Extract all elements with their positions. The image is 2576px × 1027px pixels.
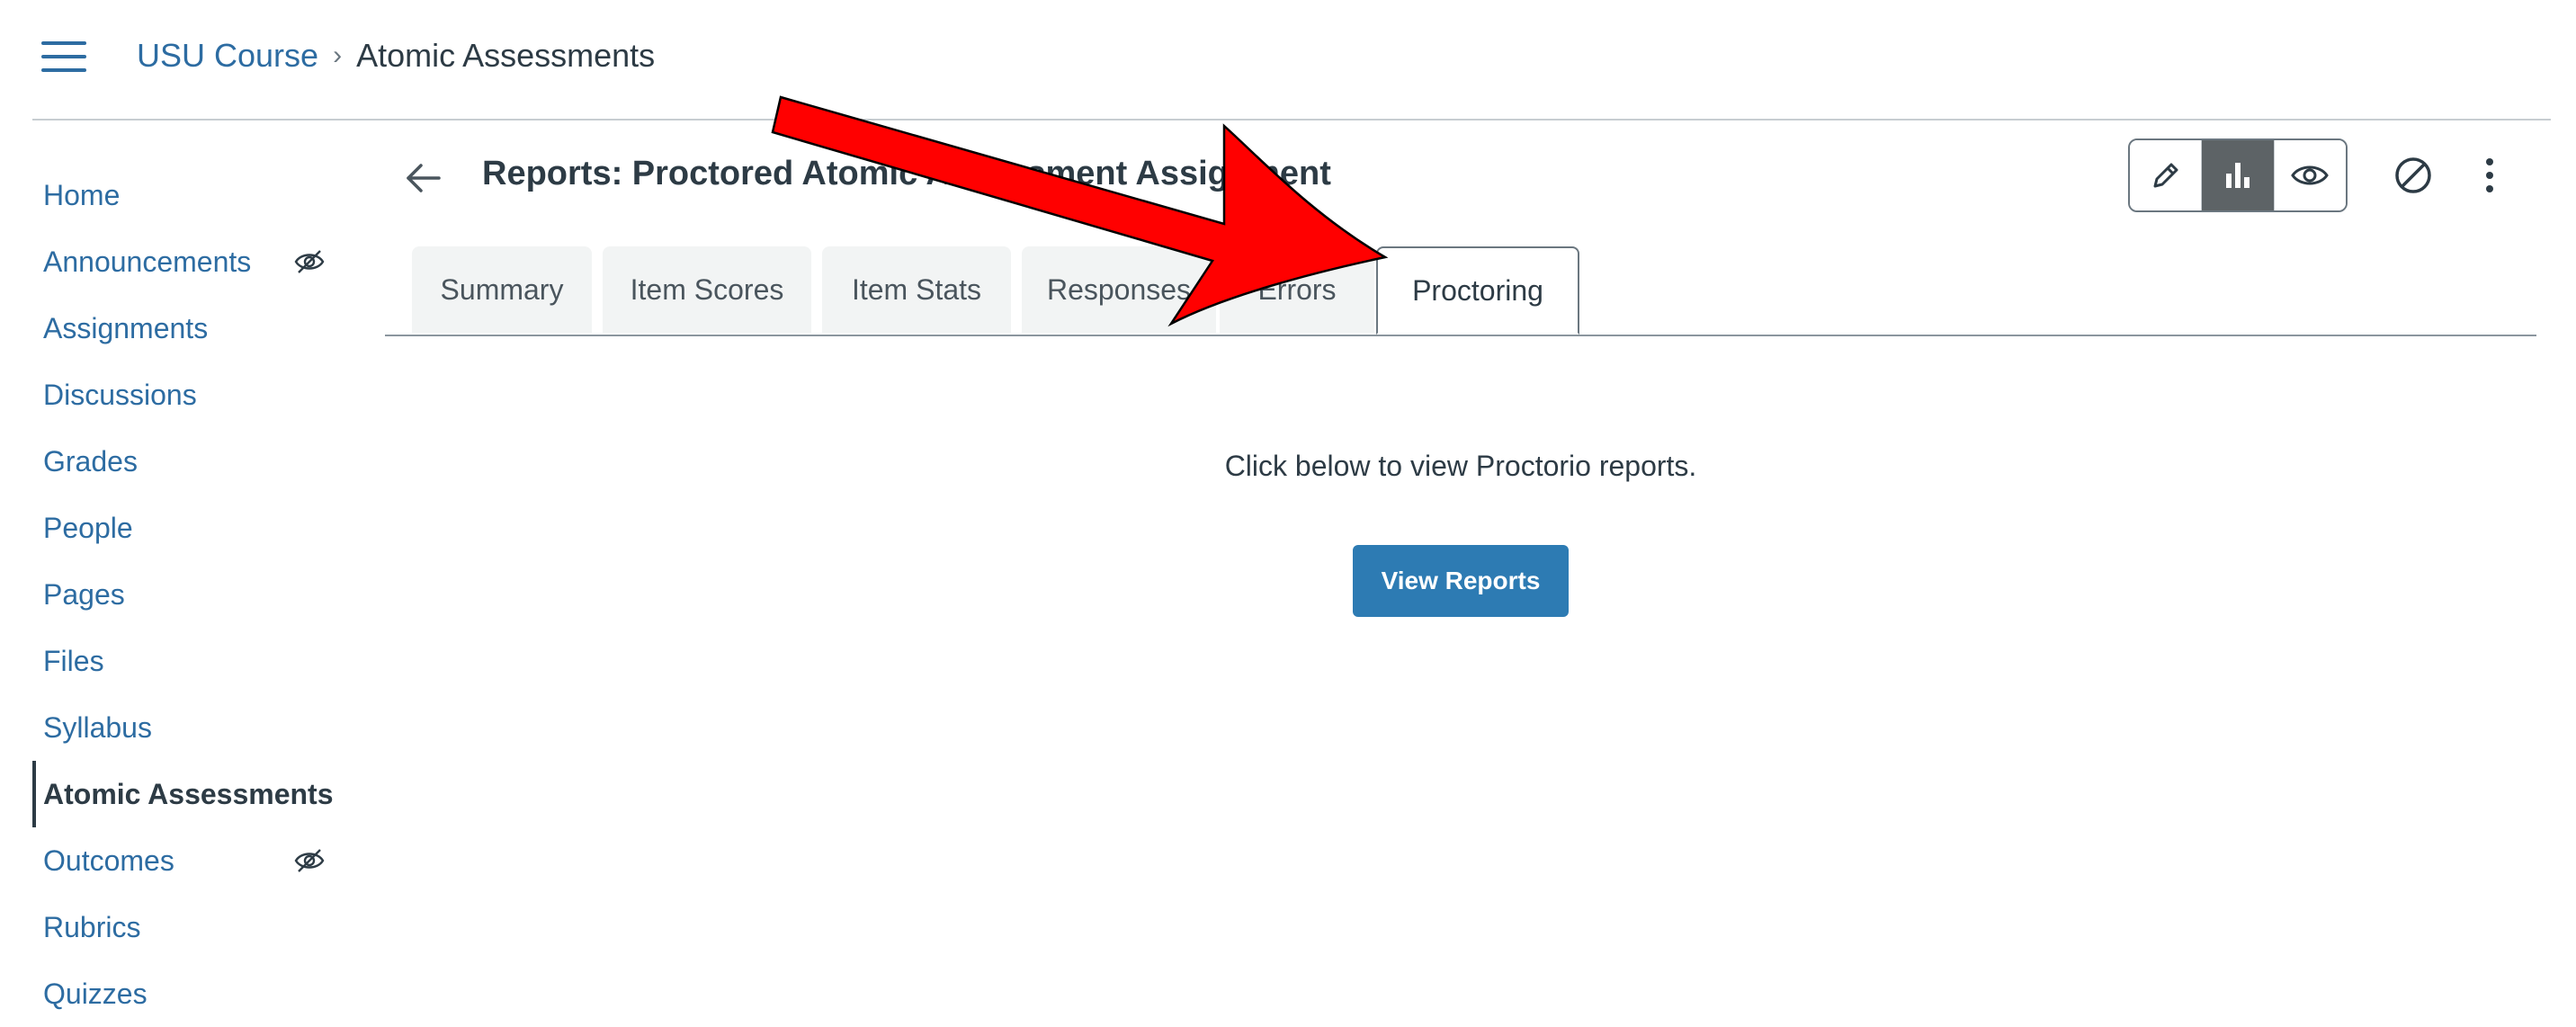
course-nav: Home Announcements Assignments Discussio… <box>32 162 338 1027</box>
edit-button[interactable] <box>2130 140 2202 210</box>
sidebar-item-label: Atomic Assessments <box>43 777 334 810</box>
disable-icon[interactable] <box>2393 155 2434 196</box>
pencil-icon <box>2153 163 2178 188</box>
view-reports-button[interactable]: View Reports <box>1353 545 1569 617</box>
arrow-left-icon[interactable] <box>403 158 443 198</box>
sidebar-item-grades[interactable]: Grades <box>32 428 338 495</box>
sidebar-item-outcomes[interactable]: Outcomes <box>32 827 338 894</box>
title-row: Reports: Proctored Atomic Assessment Ass… <box>385 135 2551 221</box>
sidebar-item-label: Outcomes <box>43 844 174 877</box>
eye-slash-icon <box>294 849 325 872</box>
sidebar-item-home[interactable]: Home <box>32 162 338 228</box>
sidebar-item-label: Grades <box>43 444 138 478</box>
sidebar-item-label: Home <box>43 178 121 211</box>
breadcrumb-course-link[interactable]: USU Course <box>137 34 318 77</box>
breadcrumb-separator: › <box>333 40 343 70</box>
sidebar-item-label: Pages <box>43 577 125 611</box>
preview-button[interactable] <box>2273 140 2346 210</box>
eye-icon <box>2291 165 2330 185</box>
breadcrumb-current: Atomic Assessments <box>356 37 656 74</box>
top-divider <box>32 119 2551 121</box>
sidebar-item-label: Syllabus <box>43 710 152 744</box>
kebab-icon[interactable] <box>2481 155 2499 196</box>
reports-button[interactable] <box>2201 140 2274 210</box>
sidebar-item-label: Files <box>43 644 104 677</box>
sidebar-item-discussions[interactable]: Discussions <box>32 362 338 428</box>
sidebar-item-label: Assignments <box>43 311 209 344</box>
proctoring-message: Click below to view Proctorio reports. <box>1224 450 1697 482</box>
tab-responses[interactable]: Responses <box>1022 246 1216 333</box>
eye-slash-icon <box>294 250 325 273</box>
sidebar-item-people[interactable]: People <box>32 495 338 561</box>
sidebar-item-label: People <box>43 511 133 544</box>
sidebar-item-assignments[interactable]: Assignments <box>32 295 338 362</box>
sidebar-item-label: Discussions <box>43 378 197 411</box>
bar-chart-icon <box>2225 163 2250 188</box>
sidebar-item-atomic-assessments[interactable]: Atomic Assessments <box>32 761 338 827</box>
tab-summary[interactable]: Summary <box>412 246 592 333</box>
sidebar-item-quizzes[interactable]: Quizzes <box>32 960 338 1027</box>
tab-item-scores[interactable]: Item Scores <box>603 246 811 333</box>
sidebar-item-pages[interactable]: Pages <box>32 561 338 628</box>
hamburger-menu-icon[interactable] <box>41 40 86 74</box>
breadcrumb: USU Course › Atomic Assessments <box>137 34 655 77</box>
sidebar-item-label: Announcements <box>43 245 252 278</box>
sidebar-item-files[interactable]: Files <box>32 628 338 694</box>
sidebar-item-syllabus[interactable]: Syllabus <box>32 694 338 761</box>
sidebar-item-rubrics[interactable]: Rubrics <box>32 894 338 960</box>
view-toggle-group <box>2128 138 2348 212</box>
page-title: Reports: Proctored Atomic Assessment Ass… <box>482 155 1331 192</box>
tab-errors[interactable]: Errors <box>1220 246 1374 333</box>
tab-item-stats[interactable]: Item Stats <box>822 246 1011 333</box>
report-tabs: Summary Item Scores Item Stats Responses… <box>385 246 2536 336</box>
sidebar-item-announcements[interactable]: Announcements <box>32 228 338 295</box>
sidebar-item-label: Rubrics <box>43 910 141 943</box>
top-bar: USU Course › Atomic Assessments <box>0 0 2576 119</box>
tab-proctoring[interactable]: Proctoring <box>1376 246 1579 335</box>
